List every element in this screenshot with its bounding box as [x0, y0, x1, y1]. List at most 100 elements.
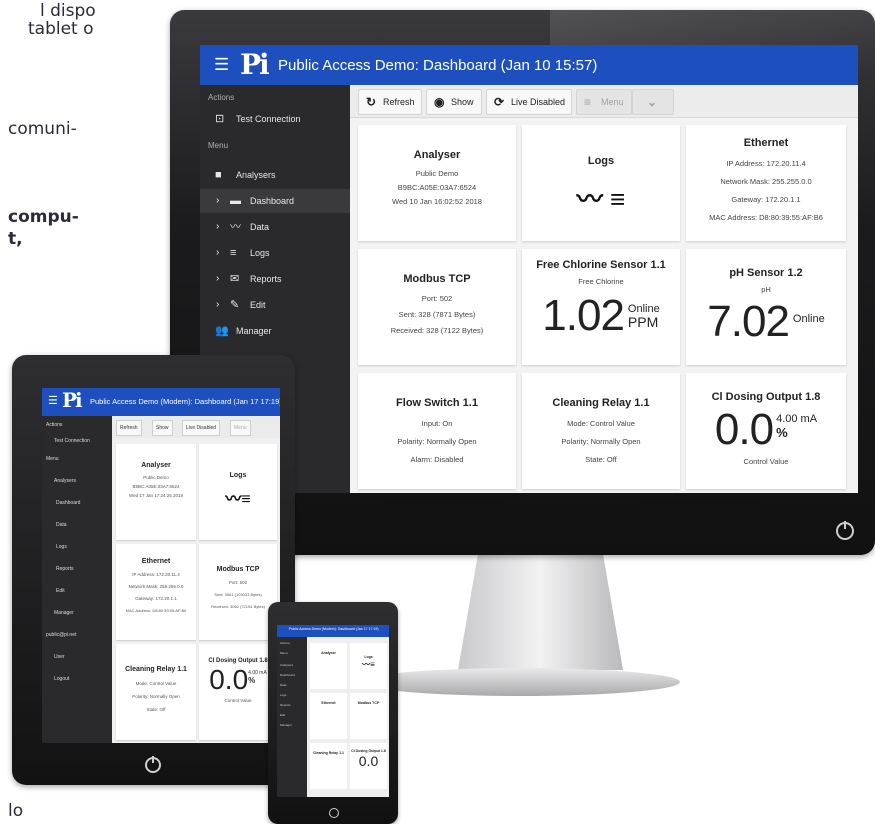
- card-line: Mode: Control Value: [567, 419, 635, 428]
- tablet-sidebar-item[interactable]: Manager: [54, 610, 74, 616]
- card-line: Public Demo: [415, 169, 459, 178]
- percent-label: %: [776, 425, 788, 440]
- card-title: Modbus TCP: [357, 701, 380, 705]
- tablet-card-ethernet[interactable]: Ethernet IP Address: 172.20.11.4 Network…: [116, 544, 196, 640]
- card-ethernet[interactable]: Ethernet IP Address: 172.20.11.4 Network…: [686, 125, 846, 241]
- card-logs[interactable]: Logs 〰 ≡: [522, 125, 680, 241]
- menu-label: Menu: [601, 97, 624, 107]
- card-line: Wed 10 Jan 16:02:52 2018: [392, 197, 482, 206]
- phone-card-cleaning-relay[interactable]: Cleaning Relay 1.1: [310, 743, 347, 789]
- tablet-sidebar-item: public@pi.net: [46, 632, 77, 638]
- card-ph-sensor[interactable]: pH Sensor 1.2 pH 7.02 Online: [686, 249, 846, 365]
- unit-label: PPM: [627, 314, 659, 330]
- card-line: B9BC:A05E:03A7:6524: [132, 484, 180, 489]
- dropdown-button[interactable]: ⌄: [632, 89, 674, 115]
- pi-logo: Pi: [62, 388, 83, 412]
- card-title: Modbus TCP: [403, 273, 471, 285]
- phone-card-cl-dosing[interactable]: Cl Dosing Output 1.8 0.0: [350, 743, 387, 789]
- phone-sidebar-item[interactable]: Edit: [280, 713, 285, 717]
- phone-sidebar-item[interactable]: Reports: [280, 703, 291, 707]
- phone-card-analyser[interactable]: Analyser: [310, 643, 347, 689]
- chart-line-icon: 〰: [576, 184, 603, 214]
- output-value: 0.0: [358, 753, 379, 769]
- phone-screen: Public Access Demo (Modem): Dashboard (J…: [277, 625, 389, 797]
- sidebar-item-analysers[interactable]: ■ Analysers: [200, 163, 350, 187]
- card-subtitle: Free Chlorine: [578, 277, 624, 286]
- card-cl-dosing-output[interactable]: Cl Dosing Output 1.8 0.0 4.00 mA % Contr…: [686, 373, 846, 489]
- card-line: Polarity: Normally Open: [561, 437, 641, 446]
- output-value: 0.0: [714, 405, 774, 454]
- card-title: Analyser: [321, 651, 336, 655]
- tablet-sidebar-item[interactable]: Reports: [56, 566, 74, 572]
- tablet-refresh-button[interactable]: Refresh: [116, 420, 142, 436]
- card-analyser[interactable]: Analyser Public Demo B9BC:A05E:03A7:6524…: [358, 125, 516, 241]
- card-title: Ethernet: [141, 558, 171, 565]
- phone-card-modbus[interactable]: Modbus TCP: [350, 693, 387, 739]
- sidebar-item-reports[interactable]: › ✉ Reports: [200, 267, 350, 291]
- sidebar-item-data[interactable]: › 〰 Data: [200, 215, 350, 239]
- card-line: State: Off: [146, 707, 166, 712]
- sidebar-item-label: Dashboard: [250, 196, 295, 206]
- tablet-sidebar-item[interactable]: Logs: [56, 544, 67, 550]
- tablet-show-button[interactable]: Show: [152, 420, 173, 436]
- card-title: Ethernet: [321, 701, 336, 705]
- tablet-card-logs[interactable]: Logs 〰≡: [199, 444, 277, 540]
- card-modbus[interactable]: Modbus TCP Port: 502 Sent: 328 (7871 Byt…: [358, 249, 516, 365]
- tablet-sidebar-item[interactable]: Test Connection: [54, 438, 90, 444]
- card-line: IP Address: 172.20.11.4: [726, 159, 806, 168]
- status-label: Online: [792, 313, 825, 325]
- phone-sidebar-item[interactable]: Dashboard: [280, 673, 295, 677]
- tablet-card-cleaning-relay[interactable]: Cleaning Relay 1.1 Mode: Control Value P…: [116, 644, 196, 740]
- tablet-menu-button[interactable]: Menu: [230, 420, 251, 436]
- live-toggle-button[interactable]: ⟳ Live Disabled: [486, 89, 572, 115]
- tablet-live-button[interactable]: Live Disabled: [182, 420, 221, 436]
- hamburger-menu-icon[interactable]: ☰: [214, 56, 229, 73]
- phone-page-title: Public Access Demo (Modem): Dashboard (J…: [289, 627, 379, 631]
- tablet-sidebar-item[interactable]: Logout: [54, 676, 69, 682]
- sidebar-item-dashboard[interactable]: › ▬ Dashboard: [200, 189, 350, 213]
- phone-sidebar-item[interactable]: Logs: [280, 693, 287, 697]
- sidebar-item-label: Logs: [250, 248, 270, 258]
- percent-label: %: [248, 676, 256, 685]
- card-free-chlorine[interactable]: Free Chlorine Sensor 1.1 Free Chlorine 1…: [522, 249, 680, 365]
- card-cleaning-relay[interactable]: Cleaning Relay 1.1 Mode: Control Value P…: [522, 373, 680, 489]
- monitor-stand-base: [360, 668, 680, 696]
- toolbar: ↻ Refresh ◉ Show ⟳ Live Disabled ≡ Menu …: [350, 85, 858, 118]
- tablet-toolbar: Refresh Show Live Disabled Menu: [112, 416, 280, 438]
- phone-sidebar-item[interactable]: Manager: [280, 723, 292, 727]
- sidebar-item-label: Edit: [250, 300, 266, 310]
- tablet-sidebar-item[interactable]: Edit: [56, 588, 65, 594]
- sidebar-item-logs[interactable]: › ≡ Logs: [200, 241, 350, 265]
- tablet-sidebar-item[interactable]: User: [54, 654, 65, 660]
- sidebar-item-label: Reports: [250, 274, 282, 284]
- sidebar-item-manager[interactable]: 👥 Manager: [200, 319, 350, 343]
- phone-sidebar-item[interactable]: Analysers: [280, 663, 293, 667]
- tablet-card-cl-dosing[interactable]: Cl Dosing Output 1.8 0.0 4.00 mA % Contr…: [199, 644, 277, 740]
- refresh-label: Refresh: [383, 97, 415, 107]
- tablet-sidebar-item[interactable]: Data: [56, 522, 67, 528]
- card-flow-switch[interactable]: Flow Switch 1.1 Input: On Polarity: Norm…: [358, 373, 516, 489]
- tablet-sidebar-item[interactable]: Dashboard: [56, 500, 80, 506]
- phone-card-ethernet[interactable]: Ethernet: [310, 693, 347, 739]
- card-line: Input: On: [421, 419, 453, 428]
- phone-card-logs[interactable]: Logs 〰≡: [350, 643, 387, 689]
- card-subtitle: Control Value: [224, 698, 252, 703]
- card-title: Free Chlorine Sensor 1.1: [536, 259, 666, 271]
- sidebar-item-test-connection[interactable]: ⊡ Test Connection: [200, 107, 350, 131]
- tablet-card-modbus[interactable]: Modbus TCP Port: 502 Sent: 3061 (103033 …: [199, 544, 277, 640]
- sidebar-item-edit[interactable]: › ✎ Edit: [200, 293, 350, 317]
- show-button[interactable]: ◉ Show: [426, 89, 482, 115]
- login-icon: ⊡: [215, 113, 225, 125]
- phone-sidebar-item[interactable]: Data: [280, 683, 286, 687]
- refresh-button[interactable]: ↻ Refresh: [358, 89, 422, 115]
- menu-button[interactable]: ≡ Menu: [576, 89, 632, 115]
- chevron-right-icon: ›: [216, 247, 220, 258]
- tablet-sidebar: Actions Test Connection Menu Analysers D…: [42, 416, 112, 743]
- hamburger-menu-icon[interactable]: ☰: [48, 394, 58, 407]
- sync-icon: ⟳: [494, 95, 505, 109]
- card-line: Network Mask: 255.255.0.0: [720, 177, 812, 186]
- tablet-sidebar-item[interactable]: Analysers: [54, 478, 76, 484]
- card-subtitle: Control Value: [743, 457, 789, 466]
- tablet-card-analyser[interactable]: Analyser Public Demo B9BC:A05E:03A7:6524…: [116, 444, 196, 540]
- eye-icon: ◉: [434, 95, 445, 109]
